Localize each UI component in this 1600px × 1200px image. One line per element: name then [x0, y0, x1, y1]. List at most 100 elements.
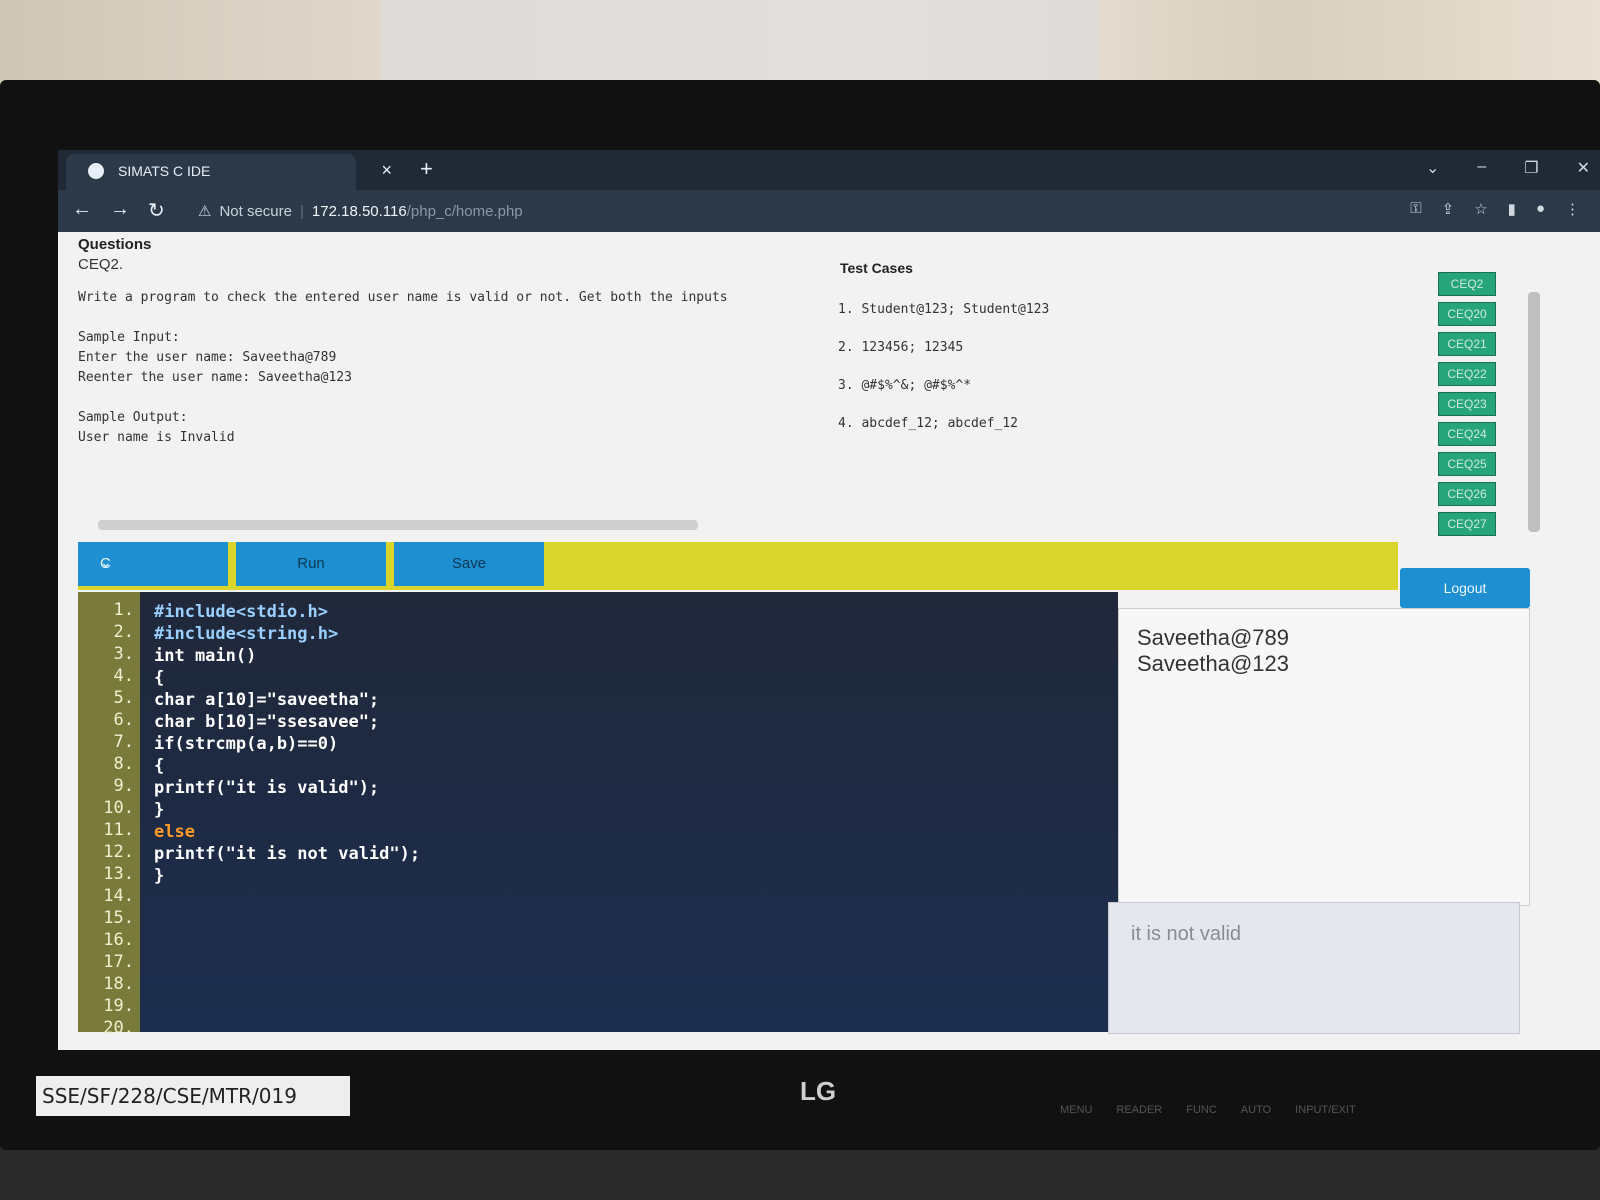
code-line: printf("it is valid");: [154, 778, 380, 798]
output-text: it is not valid: [1131, 923, 1242, 945]
key-icon[interactable]: ⚿: [1410, 200, 1421, 218]
language-select[interactable]: C ⌄: [78, 542, 228, 586]
tab-close-icon[interactable]: ×: [381, 160, 392, 181]
line-number: 4.: [113, 666, 134, 686]
question-button-ceq21[interactable]: CEQ21: [1438, 332, 1496, 356]
code-line: }: [154, 800, 165, 820]
save-button[interactable]: Save: [394, 542, 544, 586]
tab-title: SIMATS C IDE: [118, 163, 211, 179]
output-panel: it is not valid: [1108, 902, 1520, 1034]
share-icon[interactable]: ⇪: [1442, 200, 1455, 218]
code-text: #include<stdio.h> #include<string.h> int…: [154, 602, 420, 888]
window-controls: ⌄ – ❐ ✕: [1426, 158, 1590, 178]
test-case-list: 1. Student@123; Student@123 2. 123456; 1…: [838, 302, 1049, 454]
test-case-item: 4. abcdef_12; abcdef_12: [838, 416, 1019, 431]
forward-icon[interactable]: →: [110, 198, 130, 221]
line-number: 17.: [103, 952, 134, 972]
question-button-ceq22[interactable]: CEQ22: [1438, 362, 1496, 386]
security-label: Not secure: [219, 202, 292, 220]
question-text: Write a program to check the entered use…: [78, 290, 728, 445]
stdin-input[interactable]: Saveetha@789 Saveetha@123: [1118, 608, 1530, 906]
monitor-buttons: MENU READER FUNC AUTO INPUT/EXIT: [1060, 1104, 1356, 1116]
line-number: 14.: [103, 886, 134, 906]
line-number: 9.: [113, 776, 134, 796]
menu-icon[interactable]: ⋮: [1565, 200, 1580, 218]
line-number: 1.: [113, 600, 134, 620]
monitor-button-label[interactable]: MENU: [1060, 1104, 1092, 1116]
line-number: 18.: [103, 974, 134, 994]
code-line: char b[10]="ssesavee";: [154, 712, 380, 732]
question-button-ceq23[interactable]: CEQ23: [1438, 392, 1496, 416]
monitor-button-label[interactable]: READER: [1116, 1104, 1162, 1116]
line-gutter: 1. 2. 3. 4. 5. 6. 7. 8. 9. 10. 11. 12. 1…: [78, 592, 140, 1038]
line-number: 3.: [113, 644, 134, 664]
monitor-brand-logo: LG: [800, 1076, 837, 1106]
question-button-ceq27[interactable]: CEQ27: [1438, 512, 1496, 536]
line-number: 7.: [113, 732, 134, 752]
question-button-ceq26[interactable]: CEQ26: [1438, 482, 1496, 506]
line-number: 20.: [103, 1018, 134, 1038]
chevron-down-icon: ⌄: [100, 554, 112, 570]
monitor-button-label[interactable]: AUTO: [1241, 1104, 1271, 1116]
question-button-ceq2[interactable]: CEQ2: [1438, 272, 1496, 296]
minimize-icon[interactable]: –: [1477, 158, 1486, 178]
code-line: char a[10]="saveetha";: [154, 690, 380, 710]
asset-sticker: SSE/SF/228/CSE/MTR/019: [36, 1076, 350, 1116]
line-number: 13.: [103, 864, 134, 884]
question-list: CEQ2 CEQ20 CEQ21 CEQ22 CEQ23 CEQ24 CEQ25…: [1438, 272, 1498, 542]
code-line: #include<string.h>: [154, 624, 339, 644]
line-number: 8.: [113, 754, 134, 774]
monitor-button-label[interactable]: INPUT/EXIT: [1295, 1104, 1356, 1116]
line-number: 2.: [113, 622, 134, 642]
code-line: {: [154, 756, 165, 776]
address-bar: ← → ↻ ⚠ Not secure | 172.18.50.116/php_c…: [58, 190, 1600, 232]
monitor-button-label[interactable]: FUNC: [1186, 1104, 1217, 1116]
stdin-text: Saveetha@789 Saveetha@123: [1137, 625, 1290, 676]
test-case-item: 3. @#$%^&; @#$%^*: [838, 378, 972, 393]
editor-toolbar: C ⌄ Run Save: [78, 542, 1398, 590]
back-icon[interactable]: ←: [72, 198, 92, 221]
question-scrollbar[interactable]: [98, 520, 698, 530]
code-line: }: [154, 866, 165, 886]
code-line: #include<stdio.h>: [154, 602, 328, 622]
restore-icon[interactable]: ❐: [1524, 158, 1538, 178]
question-button-ceq24[interactable]: CEQ24: [1438, 422, 1496, 446]
question-list-scrollbar[interactable]: [1528, 292, 1540, 532]
question-button-ceq25[interactable]: CEQ25: [1438, 452, 1496, 476]
code-line: {: [154, 668, 165, 688]
test-cases-label: Test Cases: [840, 260, 913, 276]
new-tab-button[interactable]: +: [420, 156, 433, 182]
screen: SIMATS C IDE × + ⌄ – ❐ ✕ ← → ↻ ⚠ Not sec…: [58, 150, 1600, 1050]
warning-icon: ⚠: [198, 203, 212, 220]
ide-page: Questions CEQ2. Write a program to check…: [58, 232, 1600, 1050]
line-number: 16.: [103, 930, 134, 950]
line-number: 15.: [103, 908, 134, 928]
logout-button[interactable]: Logout: [1400, 568, 1530, 608]
code-line: int main(): [154, 646, 257, 666]
sidepanel-icon[interactable]: ▮: [1508, 200, 1516, 218]
site-icon: [88, 163, 104, 179]
code-editor[interactable]: 1. 2. 3. 4. 5. 6. 7. 8. 9. 10. 11. 12. 1…: [78, 592, 1118, 1038]
line-number: 6.: [113, 710, 134, 730]
close-window-icon[interactable]: ✕: [1577, 158, 1590, 178]
tab-bar: SIMATS C IDE × + ⌄ – ❐ ✕: [58, 150, 1600, 190]
code-line: printf("it is not valid");: [154, 844, 421, 864]
line-number: 12.: [103, 842, 134, 862]
reload-icon[interactable]: ↻: [148, 198, 165, 223]
code-line: if(strcmp(a,b)==0): [154, 734, 339, 754]
test-case-item: 1. Student@123; Student@123: [838, 302, 1050, 317]
question-button-ceq20[interactable]: CEQ20: [1438, 302, 1496, 326]
browser-toolbar-icons: ⚿ ⇪ ☆ ▮ ● ⋮: [1410, 200, 1580, 218]
line-number: 19.: [103, 996, 134, 1016]
line-number: 5.: [113, 688, 134, 708]
test-case-item: 2. 123456; 12345: [838, 340, 964, 355]
url-host: 172.18.50.116: [311, 202, 407, 220]
browser-tab[interactable]: SIMATS C IDE ×: [66, 154, 392, 190]
url-field[interactable]: ⚠ Not secure | 172.18.50.116/php_c/home.…: [198, 198, 523, 224]
run-button[interactable]: Run: [236, 542, 386, 586]
star-icon[interactable]: ☆: [1474, 200, 1487, 218]
line-number: 11.: [103, 820, 134, 840]
code-line: else: [154, 822, 195, 842]
profile-icon[interactable]: ●: [1536, 200, 1545, 218]
tab-search-icon[interactable]: ⌄: [1426, 158, 1439, 178]
